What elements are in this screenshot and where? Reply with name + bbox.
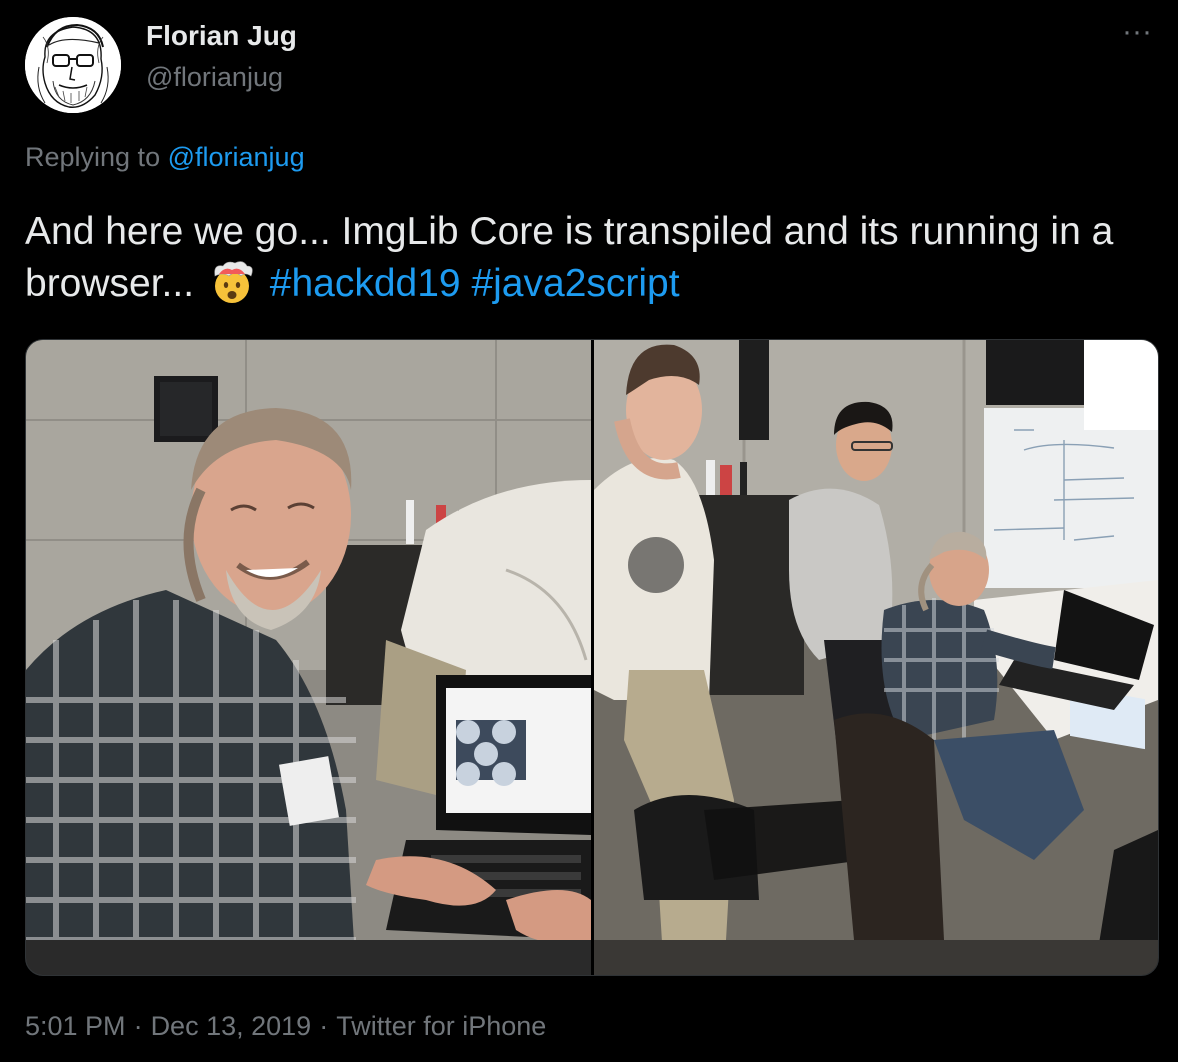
reply-context: Replying to @florianjug [25,142,305,173]
avatar[interactable] [25,17,121,113]
photo-group-around-laptop[interactable] [594,340,1158,975]
tweet-meta: 5:01 PM · Dec 13, 2019 · Twitter for iPhone [25,1011,546,1042]
hashtag-link-java2script[interactable]: #java2script [471,262,679,305]
tweet-time-link[interactable]: 5:01 PM [25,1011,126,1041]
tweet-source-link[interactable]: Twitter for iPhone [336,1011,546,1041]
sketch-portrait-avatar-icon [25,17,121,113]
more-options-button[interactable]: ··· [1115,17,1159,52]
tweet-text: And here we go... ImgLib Core is transpi… [25,206,1145,310]
hashtag-link-hackdd19[interactable]: #hackdd19 [270,262,461,305]
meta-separator: · [133,1011,143,1041]
reply-mention-link[interactable]: @florianjug [168,142,305,172]
photo-smiling-man-at-laptop[interactable] [26,340,591,975]
reply-prefix: Replying to [25,142,161,172]
tweet-date-link[interactable]: Dec 13, 2019 [151,1011,312,1041]
media-grid [25,339,1159,976]
meta-separator: · [319,1011,329,1041]
ellipsis-icon: ··· [1122,15,1152,48]
author-display-name[interactable]: Florian Jug [146,20,297,52]
author-handle[interactable]: @florianjug [146,62,283,93]
exploding-head-emoji-icon [205,260,259,304]
